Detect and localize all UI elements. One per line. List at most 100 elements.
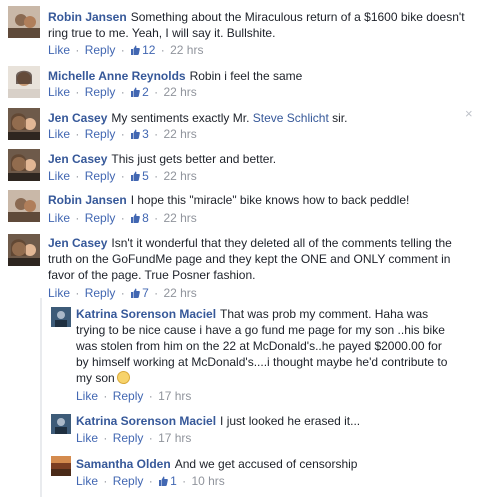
comment-actions: Like · Reply · 12 · 22 hrs <box>48 43 203 57</box>
comment-actions: Like · Reply · 3 · 22 hrs <box>48 127 197 141</box>
thumbs-up-icon <box>131 45 140 55</box>
avatar[interactable] <box>8 190 40 222</box>
thumbs-up-icon <box>131 213 140 223</box>
like-link[interactable]: Like <box>48 211 70 225</box>
comment-body: Jen Casey My sentiments exactly Mr. Steve… <box>48 110 458 126</box>
comment-actions: Like · Reply · 8 · 22 hrs <box>48 211 197 225</box>
separator: · <box>120 169 125 183</box>
like-link[interactable]: Like <box>76 389 98 403</box>
separator: · <box>120 211 125 225</box>
close-icon[interactable]: × <box>465 107 473 120</box>
timestamp[interactable]: 22 hrs <box>163 169 196 183</box>
separator: · <box>120 286 125 300</box>
separator: · <box>154 211 159 225</box>
reply-body: Katrina Sorenson Maciel I just looked he … <box>76 413 456 429</box>
like-link[interactable]: Like <box>48 127 70 141</box>
separator: · <box>75 169 80 183</box>
comment-author[interactable]: Jen Casey <box>48 236 107 250</box>
like-link[interactable]: Like <box>48 85 70 99</box>
avatar[interactable] <box>8 6 40 38</box>
separator: · <box>75 85 80 99</box>
comment-text: sir. <box>328 111 348 125</box>
like-link[interactable]: Like <box>48 169 70 183</box>
avatar[interactable] <box>8 108 40 140</box>
reply-link[interactable]: Reply <box>113 389 144 403</box>
avatar[interactable] <box>51 307 71 327</box>
avatar[interactable] <box>8 149 40 181</box>
reply-body: Katrina Sorenson Maciel That was prob my … <box>76 306 456 386</box>
reply-link[interactable]: Reply <box>85 286 116 300</box>
timestamp[interactable]: 22 hrs <box>163 211 196 225</box>
timestamp[interactable]: 22 hrs <box>163 127 196 141</box>
comment-body: Robin Jansen I hope this "miracle" bike k… <box>48 192 478 208</box>
timestamp[interactable]: 17 hrs <box>158 431 191 445</box>
separator: · <box>75 43 80 57</box>
like-count[interactable]: 8 <box>130 211 149 225</box>
comment-text: This just gets better and better. <box>111 152 277 166</box>
comment-author[interactable]: Jen Casey <box>48 152 107 166</box>
reply-author[interactable]: Katrina Sorenson Maciel <box>76 307 216 321</box>
comment-actions: Like · Reply · 5 · 22 hrs <box>48 169 197 183</box>
thumbs-up-icon <box>131 129 140 139</box>
reply-link[interactable]: Reply <box>85 85 116 99</box>
separator: · <box>148 431 153 445</box>
timestamp[interactable]: 17 hrs <box>158 389 191 403</box>
reply-link[interactable]: Reply <box>85 211 116 225</box>
separator: · <box>120 43 125 57</box>
separator: · <box>154 127 159 141</box>
reply-text: I just looked he erased it... <box>220 414 361 428</box>
reply-actions: Like · Reply · 17 hrs <box>76 389 191 403</box>
comment-text: Isn't it wonderful that they deleted all… <box>48 236 452 282</box>
comment-author[interactable]: Jen Casey <box>48 111 107 125</box>
reply-author[interactable]: Katrina Sorenson Maciel <box>76 414 216 428</box>
like-link[interactable]: Like <box>76 474 98 488</box>
like-link[interactable]: Like <box>48 43 70 57</box>
separator: · <box>75 286 80 300</box>
like-count[interactable]: 5 <box>130 169 149 183</box>
like-count[interactable]: 12 <box>130 43 155 57</box>
like-count[interactable]: 1 <box>158 474 177 488</box>
comment-body: Jen Casey Isn't it wonderful that they de… <box>48 235 468 283</box>
reply-link[interactable]: Reply <box>85 169 116 183</box>
reply-author[interactable]: Samantha Olden <box>76 457 171 471</box>
avatar[interactable] <box>8 234 40 266</box>
comment-author[interactable]: Michelle Anne Reynolds <box>48 69 186 83</box>
comment-text: I hope this "miracle" bike knows how to … <box>130 193 410 207</box>
timestamp[interactable]: 10 hrs <box>191 474 224 488</box>
separator: · <box>75 127 80 141</box>
comment-body: Jen Casey This just gets better and bette… <box>48 151 478 167</box>
avatar[interactable] <box>8 66 40 98</box>
reply-text: And we get accused of censorship <box>174 457 358 471</box>
reply-link[interactable]: Reply <box>113 431 144 445</box>
like-link[interactable]: Like <box>48 286 70 300</box>
like-count[interactable]: 7 <box>130 286 149 300</box>
comment-text: Robin i feel the same <box>189 69 303 83</box>
avatar[interactable] <box>51 456 71 476</box>
separator: · <box>103 474 108 488</box>
separator: · <box>154 85 159 99</box>
thumbs-up-icon <box>131 171 140 181</box>
timestamp[interactable]: 22 hrs <box>163 85 196 99</box>
like-link[interactable]: Like <box>76 431 98 445</box>
separator: · <box>120 85 125 99</box>
reply-link[interactable]: Reply <box>85 127 116 141</box>
reply-actions: Like · Reply · 1 · 10 hrs <box>76 474 225 488</box>
comment-actions: Like · Reply · 7 · 22 hrs <box>48 286 197 300</box>
reply-link[interactable]: Reply <box>85 43 116 57</box>
comment-author[interactable]: Robin Jansen <box>48 193 127 207</box>
separator: · <box>160 43 165 57</box>
avatar[interactable] <box>51 414 71 434</box>
comment-author[interactable]: Robin Jansen <box>48 10 127 24</box>
thumbs-up-icon <box>131 87 140 97</box>
separator: · <box>148 474 153 488</box>
separator: · <box>154 286 159 300</box>
like-count[interactable]: 2 <box>130 85 149 99</box>
thumbs-up-icon <box>131 288 140 298</box>
reply-link[interactable]: Reply <box>113 474 144 488</box>
separator: · <box>103 389 108 403</box>
mention-link[interactable]: Steve Schlicht <box>253 111 329 125</box>
timestamp[interactable]: 22 hrs <box>163 286 196 300</box>
like-count[interactable]: 3 <box>130 127 149 141</box>
timestamp[interactable]: 22 hrs <box>170 43 203 57</box>
reply-body: Samantha Olden And we get accused of cens… <box>76 456 456 472</box>
